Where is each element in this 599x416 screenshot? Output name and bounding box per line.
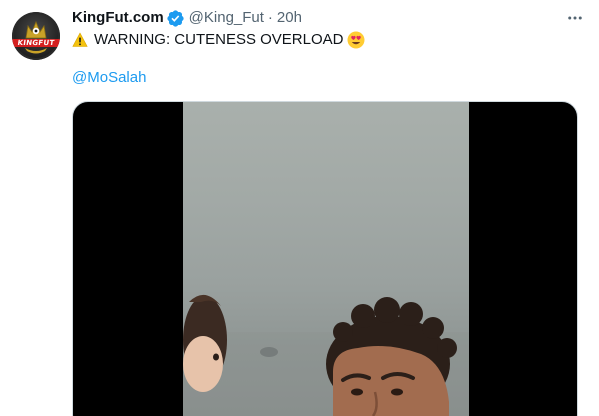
heart-eyes-emoji-icon [347,31,365,49]
video-still-image [183,294,469,416]
avatar[interactable]: KINGFUT [12,12,60,60]
tweet-text-body: WARNING: CUTENESS OVERLOAD [94,31,344,48]
separator-dot: · [267,9,273,26]
tweet-header: KingFut.com @King_Fut · 20h [72,8,587,28]
warning-icon [72,32,88,47]
video-frame [183,102,469,416]
more-options-icon [568,16,582,20]
avatar-logo-text: KINGFUT [12,39,60,47]
mention-link[interactable]: @MoSalah [72,68,146,88]
display-name[interactable]: KingFut.com [72,8,164,28]
video-player[interactable] [72,101,578,416]
tweet-text: WARNING: CUTENESS OVERLOAD [72,30,587,50]
timestamp[interactable]: 20h [277,8,302,28]
more-options-button[interactable] [561,6,589,30]
tweet-card[interactable]: KINGFUT KingFut.com @King_Fut · 20h WARN… [0,0,599,416]
verified-badge-icon [167,9,184,27]
user-handle[interactable]: @King_Fut [189,8,264,28]
crown-logo-icon [12,12,60,60]
